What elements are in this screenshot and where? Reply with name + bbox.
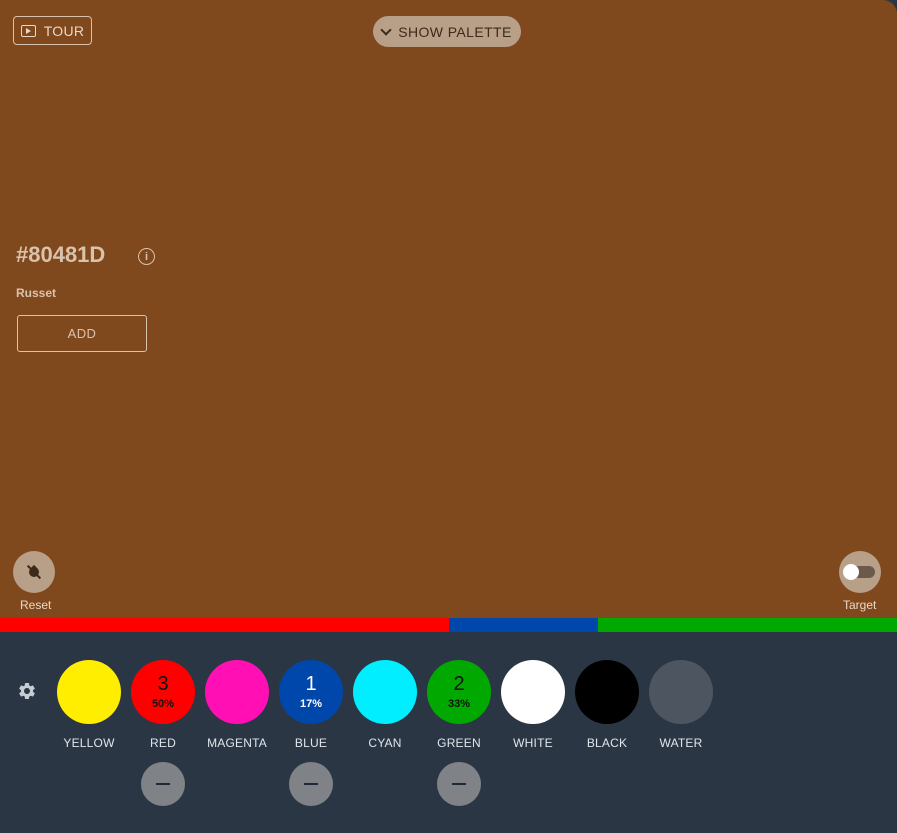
gear-icon[interactable] [17, 681, 37, 701]
paint-water[interactable] [649, 660, 713, 724]
paint-count: 1 [305, 673, 317, 695]
tour-play-icon [20, 24, 36, 37]
mix-segment-blue [448, 618, 599, 632]
paint-percent: 17% [299, 698, 323, 710]
chevron-down-icon [380, 23, 392, 36]
paint-white[interactable] [501, 660, 565, 724]
no-drop-icon [26, 564, 42, 580]
remove-red-button[interactable] [141, 762, 185, 806]
paint-yellow[interactable] [57, 660, 121, 724]
target-label: Target [843, 598, 877, 612]
tour-label: TOUR [43, 22, 85, 39]
show-palette-label: SHOW PALETTE [398, 23, 512, 40]
mix-ratio-bar [0, 618, 897, 632]
color-canvas [0, 0, 897, 618]
color-name: Russet [16, 286, 57, 300]
minus-icon [452, 783, 466, 785]
paint-red[interactable]: 3 50% [131, 660, 195, 724]
reset-button[interactable] [13, 551, 55, 593]
paint-percent: 33% [447, 698, 471, 710]
mix-segment-green [598, 618, 897, 632]
show-palette-button[interactable]: SHOW PALETTE [373, 16, 521, 47]
remove-blue-button[interactable] [289, 762, 333, 806]
paint-label: WATER [659, 736, 703, 750]
paint-black[interactable] [575, 660, 639, 724]
paint-count: 2 [453, 673, 465, 695]
tour-button[interactable]: TOUR [13, 16, 92, 45]
paint-blue[interactable]: 1 17% [279, 660, 343, 724]
minus-icon [304, 783, 318, 785]
info-icon[interactable]: i [138, 248, 155, 265]
remove-green-button[interactable] [437, 762, 481, 806]
paint-percent: 50% [151, 698, 175, 710]
target-toggle-button[interactable] [839, 551, 881, 593]
paint-green[interactable]: 2 33% [427, 660, 491, 724]
mix-segment-red [0, 618, 449, 632]
paint-count: 3 [157, 673, 169, 695]
minus-icon [156, 783, 170, 785]
target-toggle[interactable] [843, 564, 875, 580]
paint-magenta[interactable] [205, 660, 269, 724]
hex-code: #80481D [16, 242, 106, 267]
paint-cyan[interactable] [353, 660, 417, 724]
reset-label: Reset [20, 598, 52, 612]
add-button[interactable]: ADD [17, 315, 147, 352]
